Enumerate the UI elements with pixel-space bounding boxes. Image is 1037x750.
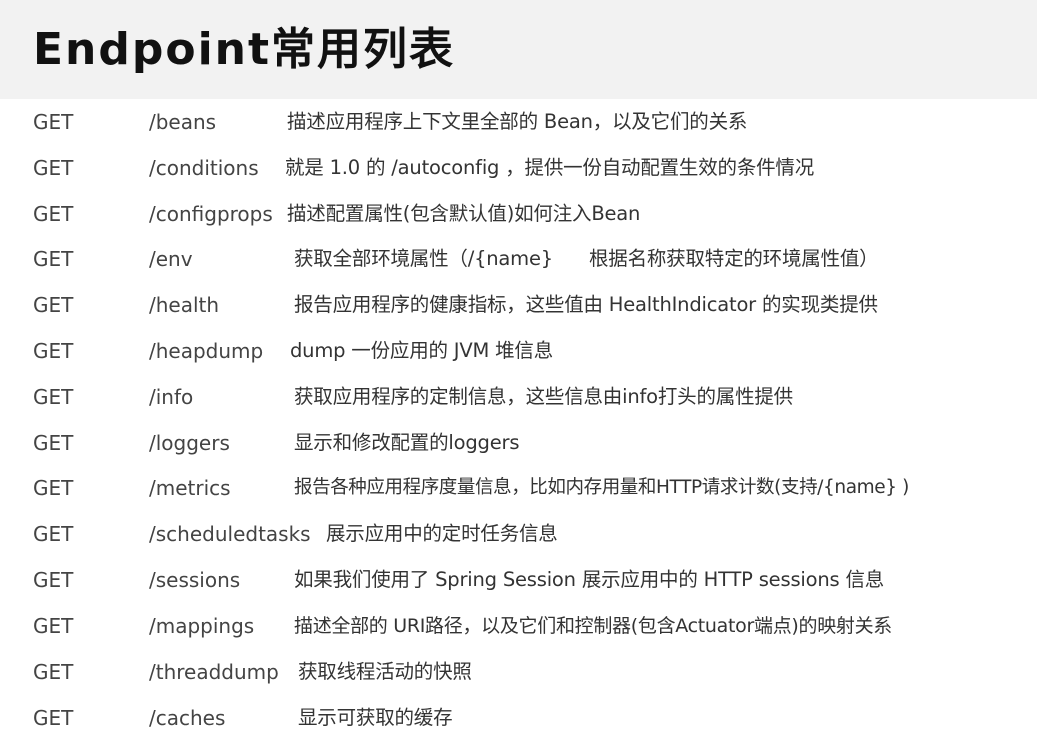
endpoint-path: /beans [149, 110, 217, 134]
http-method: GET [33, 247, 74, 271]
endpoint-path: /caches [149, 706, 226, 730]
endpoint-path: /health [149, 293, 220, 317]
endpoint-path: /sessions [149, 568, 241, 592]
page-title: Endpoint常用列表 [33, 24, 456, 75]
http-method: GET [33, 522, 74, 546]
endpoint-description: 描述配置属性(包含默认值)如何注入Bean [287, 202, 641, 225]
endpoint-description: 描述全部的 URI路径，以及它们和控制器(包含Actuator端点)的映射关系 [294, 615, 893, 637]
http-method: GET [33, 431, 74, 455]
endpoint-row: GET /conditions 就是 1.0 的 /autoconfig ，提供… [0, 145, 1037, 191]
endpoint-row: GET /threaddump 获取线程活动的快照 [0, 649, 1037, 695]
endpoint-description: dump 一份应用的 JVM 堆信息 [290, 339, 554, 362]
endpoint-description: 获取线程活动的快照 [298, 660, 472, 683]
endpoint-row: GET /sessions 如果我们使用了 Spring Session 展示应… [0, 557, 1037, 603]
endpoint-row: GET /env 获取全部环境属性（/{name} 根据名称获取特定的环境属性值… [0, 236, 1037, 282]
endpoint-description: 描述应用程序上下文里全部的 Bean，以及它们的关系 [287, 110, 748, 133]
http-method: GET [33, 156, 74, 180]
http-method: GET [33, 293, 74, 317]
endpoint-row: GET /info 获取应用程序的定制信息，这些信息由info打头的属性提供 [0, 374, 1037, 420]
endpoint-path: /conditions [149, 156, 259, 180]
http-method: GET [33, 614, 74, 638]
endpoint-path: /info [149, 385, 194, 409]
endpoint-row: GET /caches 显示可获取的缓存 [0, 695, 1037, 741]
endpoint-path: /env [149, 247, 193, 271]
endpoint-row: GET /metrics 报告各种应用程序度量信息，比如内存用量和HTTP请求计… [0, 465, 1037, 511]
endpoint-description: 显示可获取的缓存 [298, 706, 453, 729]
endpoint-description: 获取全部环境属性（/{name} 根据名称获取特定的环境属性值） [294, 247, 879, 270]
http-method: GET [33, 568, 74, 592]
http-method: GET [33, 706, 74, 730]
endpoint-row: GET /health 报告应用程序的健康指标，这些值由 HealthIndic… [0, 282, 1037, 328]
endpoint-description: 展示应用中的定时任务信息 [326, 522, 558, 545]
endpoint-path: /scheduledtasks [149, 522, 311, 546]
endpoint-description: 就是 1.0 的 /autoconfig ，提供一份自动配置生效的条件情况 [285, 156, 815, 179]
endpoint-path: /heapdump [149, 339, 264, 363]
endpoint-row: GET /loggers 显示和修改配置的loggers [0, 420, 1037, 466]
http-method: GET [33, 110, 74, 134]
endpoint-list: GET /beans 描述应用程序上下文里全部的 Bean，以及它们的关系 GE… [0, 99, 1037, 750]
endpoint-row: GET /beans 描述应用程序上下文里全部的 Bean，以及它们的关系 [0, 99, 1037, 145]
endpoint-path: /loggers [149, 431, 230, 455]
endpoint-description: 报告应用程序的健康指标，这些值由 HealthIndicator 的实现类提供 [294, 293, 878, 316]
endpoint-row: GET /scheduledtasks 展示应用中的定时任务信息 [0, 511, 1037, 557]
endpoint-description: 如果我们使用了 Spring Session 展示应用中的 HTTP sessi… [294, 568, 885, 591]
http-method: GET [33, 476, 74, 500]
endpoint-path: /mappings [149, 614, 255, 638]
endpoint-path: /threaddump [149, 660, 279, 684]
endpoint-path: /configprops [149, 202, 273, 226]
endpoint-description: 报告各种应用程序度量信息，比如内存用量和HTTP请求计数(支持/{name} ) [294, 477, 909, 498]
endpoint-description: 获取应用程序的定制信息，这些信息由info打头的属性提供 [294, 385, 793, 408]
title-bar: Endpoint常用列表 [0, 0, 1037, 99]
endpoint-row: GET /mappings 描述全部的 URI路径，以及它们和控制器(包含Act… [0, 603, 1037, 649]
endpoint-description: 显示和修改配置的loggers [294, 431, 520, 454]
http-method: GET [33, 385, 74, 409]
http-method: GET [33, 660, 74, 684]
http-method: GET [33, 202, 74, 226]
http-method: GET [33, 339, 74, 363]
endpoint-path: /metrics [149, 476, 231, 500]
endpoint-row: GET /heapdump dump 一份应用的 JVM 堆信息 [0, 328, 1037, 374]
endpoint-row: GET /configprops 描述配置属性(包含默认值)如何注入Bean [0, 191, 1037, 237]
